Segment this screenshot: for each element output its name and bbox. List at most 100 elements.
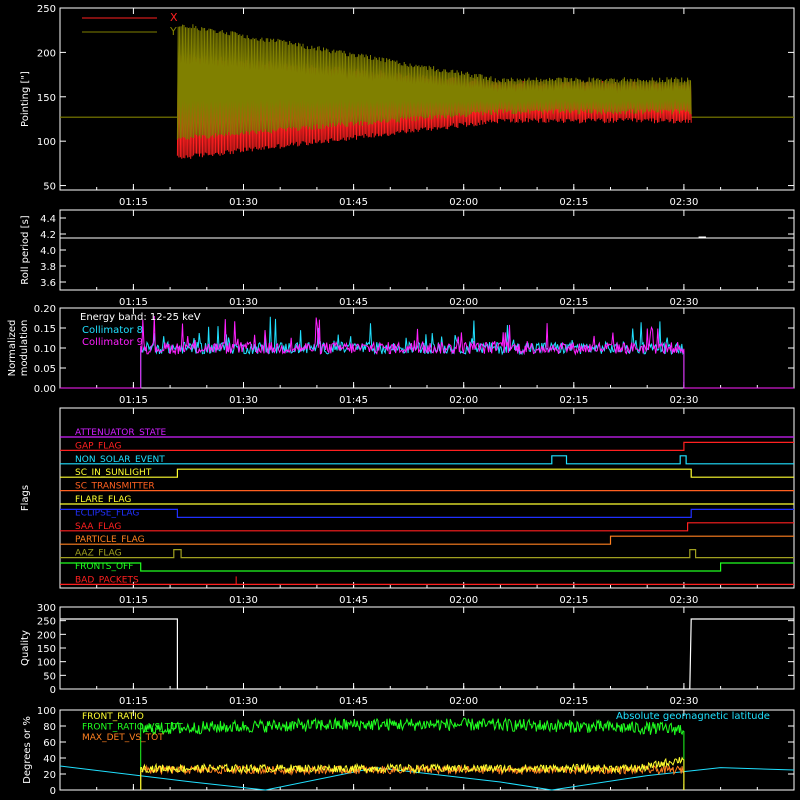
quality-ytick-label: 250 [37, 617, 56, 628]
modulation-ytick-label: 0.10 [34, 344, 56, 355]
modulation-legend-1: Collimator 9 [82, 337, 143, 348]
flag-line-particle-flag [60, 535, 794, 545]
flag-line-gap-flag [60, 441, 794, 451]
modulation-xtick-label: 02:15 [559, 395, 588, 406]
roll-xtick-label: 01:45 [339, 297, 368, 308]
modulation-ytick-label: 0.05 [34, 364, 56, 375]
pointing-xtick-label: 02:00 [449, 197, 478, 208]
modulation-legend-0: Collimator 8 [82, 325, 143, 336]
modulation-xtick-label: 02:30 [669, 395, 698, 406]
ratios-ytick-label: 80 [43, 722, 56, 733]
roll-frame [59, 209, 795, 291]
flag-line-eclipse-flag [60, 508, 794, 518]
roll-xtick-label: 02:15 [559, 297, 588, 308]
flag-line-sc-in-sunlight [60, 468, 794, 478]
pointing-xtick-label: 01:45 [339, 197, 368, 208]
roll-ytick-label: 4.4 [40, 214, 56, 225]
flag-line-saa-flag [60, 522, 794, 532]
quality-ytick-label: 300 [37, 603, 56, 614]
ratios-legend-2: MAX_DET_VS_TOT [82, 733, 164, 743]
flags-xtick-label: 02:30 [669, 595, 698, 606]
flag-line-non-solar-event [60, 455, 794, 465]
flag-label: PARTICLE_FLAG [75, 535, 145, 545]
ratios-ytick-label: 0 [50, 786, 56, 797]
quality-xtick-label: 01:30 [229, 696, 258, 707]
roll-ytick-label: 3.8 [40, 262, 56, 273]
flag-label: NON_SOLAR_EVENT [75, 455, 165, 465]
roll-ytick-label: 4.0 [40, 246, 56, 257]
flag-label: FRONTS_OFF [75, 562, 133, 572]
ratios-ytick-label: 100 [37, 706, 56, 717]
flag-label: SAA_FLAG [75, 522, 121, 532]
flags-ylabel: Flags [20, 485, 31, 511]
roll-xtick-label: 01:15 [119, 297, 148, 308]
flags-xtick-label: 01:15 [119, 595, 148, 606]
ratios-ytick-label: 20 [43, 770, 56, 781]
roll-panel: 01:15 01:30 01:45 02:00 02:15 02:30 3.6 3.8 4.0 4… [20, 209, 795, 308]
quality-ytick-label: 200 [37, 630, 56, 641]
flag-line-aaz-flag [60, 549, 794, 559]
ratios-ytick-label: 40 [43, 754, 56, 765]
flag-label: GAP_FLAG [75, 441, 121, 451]
quality-ytick-label: 50 [43, 671, 56, 682]
flags-frame [59, 407, 795, 589]
modulation-xtick-label: 01:15 [119, 395, 148, 406]
modulation-xtick-label: 01:45 [339, 395, 368, 406]
modulation-ytick-label: 0.20 [34, 304, 56, 315]
quality-ytick-label: 100 [37, 658, 56, 669]
flags-xtick-label: 01:30 [229, 595, 258, 606]
flags-xtick-label: 02:00 [449, 595, 478, 606]
ratios-legend-0: FRONT_RATIO [82, 712, 144, 722]
roll-xtick-label: 02:30 [669, 297, 698, 308]
modulation-annotation: Energy band: 12-25 keV [80, 312, 201, 323]
modulation-ytick-label: 0.00 [34, 384, 56, 395]
figure: 01:15 01:30 01:45 02:00 02:15 02:30 50 100 150 20… [7, 4, 795, 797]
modulation-series-9 [60, 315, 794, 389]
roll-ytick-label: 4.2 [40, 230, 56, 241]
pointing-xtick-label: 02:15 [559, 197, 588, 208]
modulation-panel: 01:15 01:30 01:45 02:00 02:15 02:30 0.00 0.05 0.… [7, 304, 795, 406]
quality-series [60, 618, 794, 690]
pointing-ytick-label: 50 [43, 182, 56, 193]
quality-ytick-label: 0 [50, 685, 56, 696]
flag-label: ECLIPSE_FLAG [75, 508, 139, 518]
legend-label-x: X [170, 11, 178, 24]
roll-ylabel: Roll period [s] [20, 215, 31, 284]
flag-line-fronts-off [60, 562, 794, 572]
quality-xtick-label: 02:00 [449, 696, 478, 707]
modulation-ylabel-line1: Normalized [7, 320, 18, 377]
flag-label: ATTENUATOR_STATE [75, 428, 167, 438]
ratios-annotation: Absolute geomagnetic latitude [616, 711, 770, 722]
flag-label: SC_IN_SUNLIGHT [75, 468, 152, 478]
ratios-ytick-label: 60 [43, 738, 56, 749]
modulation-xtick-label: 02:00 [449, 395, 478, 406]
ratios-panel: 0 20 40 60 80 100 Degrees or % FRONT_RATIOFRONT… [22, 706, 795, 797]
flags-xtick-label: 01:45 [339, 595, 368, 606]
roll-xtick-label: 02:00 [449, 297, 478, 308]
pointing-ytick-label: 200 [37, 48, 56, 59]
quality-xtick-label: 01:45 [339, 696, 368, 707]
modulation-ylabel-line2: modulation [19, 320, 30, 377]
roll-xtick-label: 01:30 [229, 297, 258, 308]
flag-label: FLARE_FLAG [75, 495, 131, 505]
pointing-xtick-label: 01:15 [119, 197, 148, 208]
ratios-ylabel: Degrees or % [22, 716, 33, 784]
pointing-ylabel: Pointing ["] [20, 71, 31, 127]
flag-label: BAD_PACKETS [75, 575, 139, 585]
modulation-xtick-label: 01:30 [229, 395, 258, 406]
flag-label: SC_TRANSMITTER [75, 482, 155, 492]
quality-xtick-label: 01:15 [119, 696, 148, 707]
ratios-legend-1: FRONT_RATIO_VS_TOT [82, 723, 183, 733]
legend-label-y: Y [169, 25, 177, 38]
ratios-series-front-ratio-vs-tot [140, 717, 685, 791]
modulation-ytick-label: 0.15 [34, 324, 56, 335]
flag-label: AAZ_FLAG [75, 549, 122, 559]
flags-xtick-label: 02:15 [559, 595, 588, 606]
quality-ytick-label: 150 [37, 644, 56, 655]
quality-ylabel: Quality [20, 630, 31, 666]
pointing-ytick-label: 250 [37, 4, 56, 15]
quality-panel: 01:15 01:30 01:45 02:00 02:15 02:30 0 50 100 150 2… [20, 603, 795, 707]
pointing-xtick-label: 02:30 [669, 197, 698, 208]
roll-ytick-label: 3.6 [40, 278, 56, 289]
pointing-panel: 01:15 01:30 01:45 02:00 02:15 02:30 50 100 150 20… [20, 4, 795, 208]
